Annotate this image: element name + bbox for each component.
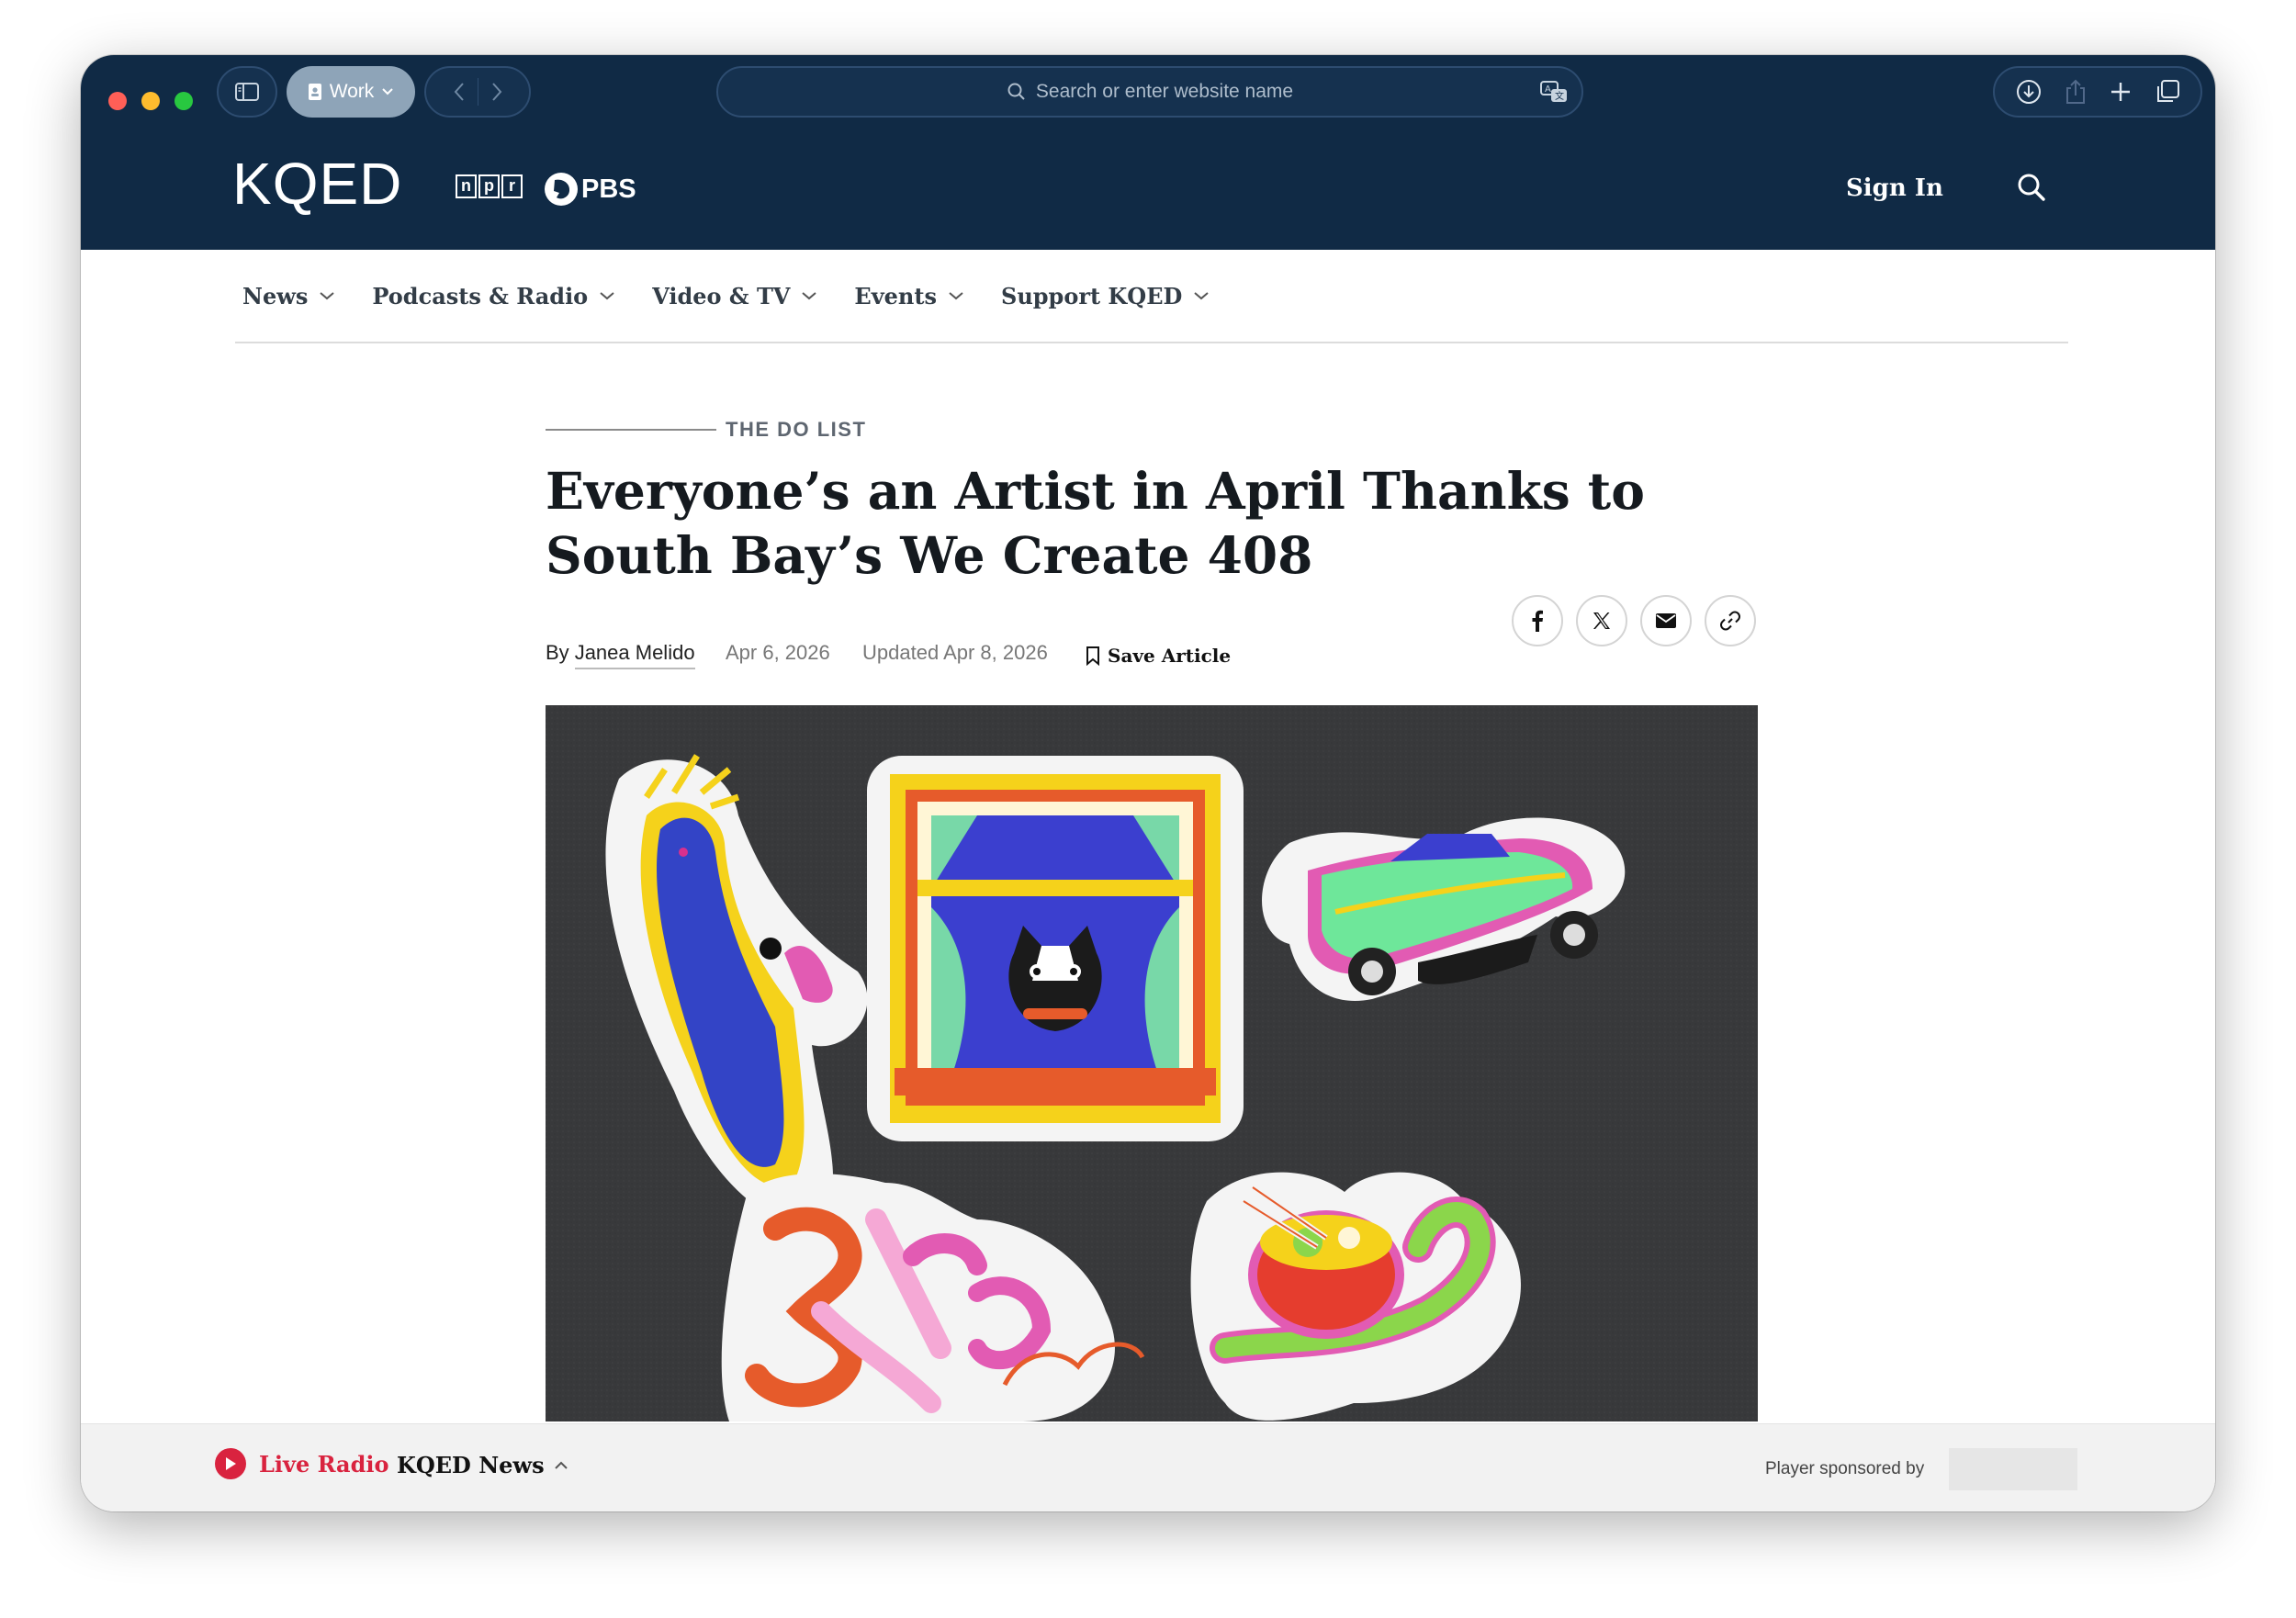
share-icon[interactable] — [2064, 78, 2088, 106]
article-headline: Everyone’s an Artist in April Thanks to … — [546, 461, 1645, 585]
nav-item-podcasts-radio[interactable]: Podcasts & Radio — [372, 283, 615, 309]
npr-logo-letter: p — [478, 174, 500, 198]
tab-overview-icon[interactable] — [2154, 78, 2181, 106]
chevron-down-icon — [1194, 292, 1209, 300]
save-article-label: Save Article — [1108, 645, 1232, 667]
article-hero-image — [546, 705, 1758, 1421]
npr-logo[interactable]: n p r — [456, 174, 523, 198]
history-navigation — [424, 66, 531, 118]
address-bar[interactable]: Search or enter website name A 文 — [716, 66, 1583, 118]
pbs-logo[interactable]: PBS — [545, 173, 636, 206]
bookmark-icon — [1086, 646, 1099, 666]
svg-text:A: A — [1545, 84, 1551, 95]
live-radio-label: Live Radio — [259, 1450, 389, 1478]
main-navigation: News Podcasts & Radio Video & TV Events … — [235, 250, 2068, 343]
chevron-up-icon — [554, 1461, 568, 1469]
kicker-label: THE DO LIST — [726, 418, 867, 441]
site-search-icon[interactable] — [2015, 171, 2048, 204]
share-email-button[interactable] — [1640, 595, 1692, 646]
kicker-rule — [546, 429, 716, 431]
play-icon — [215, 1448, 246, 1479]
nav-item-news[interactable]: News — [242, 283, 335, 309]
email-icon — [1656, 613, 1676, 628]
npr-logo-letter: r — [501, 174, 523, 198]
nav-item-label: News — [242, 282, 309, 309]
svg-text:文: 文 — [1555, 90, 1564, 102]
new-tab-icon[interactable] — [2109, 80, 2133, 104]
sponsor-label: Player sponsored by — [1765, 1459, 1925, 1478]
share-x-button[interactable] — [1576, 595, 1627, 646]
minimize-window-button[interactable] — [141, 92, 160, 110]
nav-item-label: Events — [854, 282, 937, 309]
sidebar-toggle-button[interactable] — [217, 66, 277, 118]
browser-window: Work Search or enter website name A 文 KQ… — [81, 55, 2215, 1511]
npr-logo-letter: n — [456, 174, 477, 198]
share-facebook-button[interactable] — [1512, 595, 1563, 646]
save-article-button[interactable]: Save Article — [1086, 645, 1231, 667]
chevron-down-icon — [382, 88, 394, 96]
x-icon — [1593, 612, 1610, 629]
sidebar-icon — [235, 83, 259, 101]
publish-date: Apr 6, 2026 — [726, 641, 830, 664]
nav-item-label: Support KQED — [1000, 282, 1183, 309]
forward-icon[interactable] — [490, 81, 504, 103]
pbs-head-icon — [545, 173, 578, 206]
nav-item-label: Video & TV — [652, 282, 791, 309]
profile-label: Work — [329, 81, 375, 102]
pbs-logo-text: PBS — [581, 174, 636, 204]
chevron-down-icon — [949, 292, 963, 300]
close-window-button[interactable] — [108, 92, 127, 110]
kqed-logo[interactable]: KQED — [232, 151, 402, 217]
nav-item-events[interactable]: Events — [854, 283, 964, 309]
copy-link-button[interactable] — [1705, 595, 1756, 646]
facebook-icon — [1532, 610, 1543, 632]
window-controls — [108, 83, 193, 119]
byline-prefix: By — [546, 641, 569, 664]
byline: By Janea Melido — [546, 641, 695, 669]
nav-item-label: Podcasts & Radio — [372, 282, 589, 309]
nav-item-video-tv[interactable]: Video & TV — [652, 283, 817, 309]
author-link[interactable]: Janea Melido — [574, 641, 695, 669]
updated-date: Updated Apr 8, 2026 — [862, 641, 1048, 664]
browser-toolbar-right — [1993, 66, 2202, 118]
link-icon — [1720, 611, 1740, 631]
station-selector[interactable]: KQED News — [397, 1452, 568, 1478]
article-kicker[interactable]: THE DO LIST — [546, 418, 866, 442]
live-radio-button[interactable]: Live Radio — [215, 1448, 389, 1479]
address-placeholder: Search or enter website name — [1035, 81, 1294, 102]
sponsor-logo[interactable] — [1949, 1448, 2077, 1490]
profile-switcher[interactable]: Work — [287, 66, 415, 118]
search-icon — [1007, 83, 1025, 100]
site-header: Work Search or enter website name A 文 KQ… — [81, 55, 2215, 250]
station-name: KQED News — [397, 1452, 545, 1478]
chevron-down-icon — [600, 292, 614, 300]
zoom-window-button[interactable] — [174, 92, 193, 110]
sign-in-link[interactable]: Sign In — [1846, 174, 1943, 202]
live-radio-player: Live Radio KQED News Player sponsored by — [81, 1423, 2215, 1511]
download-icon[interactable] — [2015, 78, 2043, 106]
nav-item-support-kqed[interactable]: Support KQED — [1001, 283, 1210, 309]
window-cat-sticker — [867, 756, 1244, 1141]
chevron-down-icon — [802, 292, 817, 300]
back-icon[interactable] — [452, 81, 467, 103]
translate-icon[interactable]: A 文 — [1539, 79, 1569, 105]
chevron-down-icon — [320, 292, 335, 300]
profile-badge-icon — [308, 84, 321, 100]
